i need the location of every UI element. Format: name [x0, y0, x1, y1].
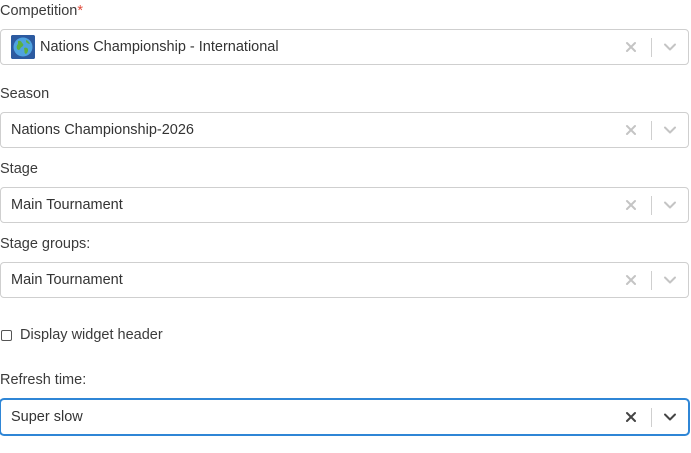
competition-select[interactable]: Nations Championship - International [0, 29, 689, 65]
competition-chevron-down-icon[interactable] [658, 30, 682, 64]
refresh-time-label: Refresh time: [0, 372, 87, 388]
stage-chevron-down-icon[interactable] [658, 188, 682, 222]
display-header-label[interactable]: Display widget header [20, 327, 163, 343]
stage-label: Stage [0, 161, 38, 177]
stage-separator [651, 196, 652, 215]
season-separator [651, 121, 652, 140]
competition-value: Nations Championship - International [40, 39, 279, 55]
season-label: Season [0, 86, 50, 102]
required-marker: * [77, 3, 84, 19]
stage-value: Main Tournament [11, 197, 123, 213]
refresh-time-clear-icon[interactable] [621, 400, 641, 434]
stage-groups-clear-icon[interactable] [621, 263, 641, 297]
stage-groups-select[interactable]: Main Tournament [0, 262, 689, 298]
refresh-time-chevron-down-icon[interactable] [658, 400, 682, 434]
stage-groups-chevron-down-icon[interactable] [658, 263, 682, 297]
display-header-checkbox[interactable] [1, 329, 12, 341]
stage-groups-label: Stage groups: [0, 236, 91, 252]
refresh-time-value: Super slow [11, 409, 83, 425]
stage-clear-icon[interactable] [621, 188, 641, 222]
season-select[interactable]: Nations Championship-2026 [0, 112, 689, 148]
season-value: Nations Championship-2026 [11, 122, 194, 138]
refresh-time-select[interactable]: Super slow [0, 399, 689, 435]
stage-groups-separator [651, 271, 652, 290]
refresh-time-separator [651, 408, 652, 427]
season-chevron-down-icon[interactable] [658, 113, 682, 147]
globe-icon [11, 35, 35, 59]
season-clear-icon[interactable] [621, 113, 641, 147]
competition-clear-icon[interactable] [621, 30, 641, 64]
display-header-row: Display widget header [0, 326, 163, 344]
stage-groups-value: Main Tournament [11, 272, 123, 288]
competition-separator [651, 38, 652, 57]
competition-label-text: Competition [0, 3, 78, 19]
stage-select[interactable]: Main Tournament [0, 187, 689, 223]
competition-label: Competition* [0, 2, 83, 20]
